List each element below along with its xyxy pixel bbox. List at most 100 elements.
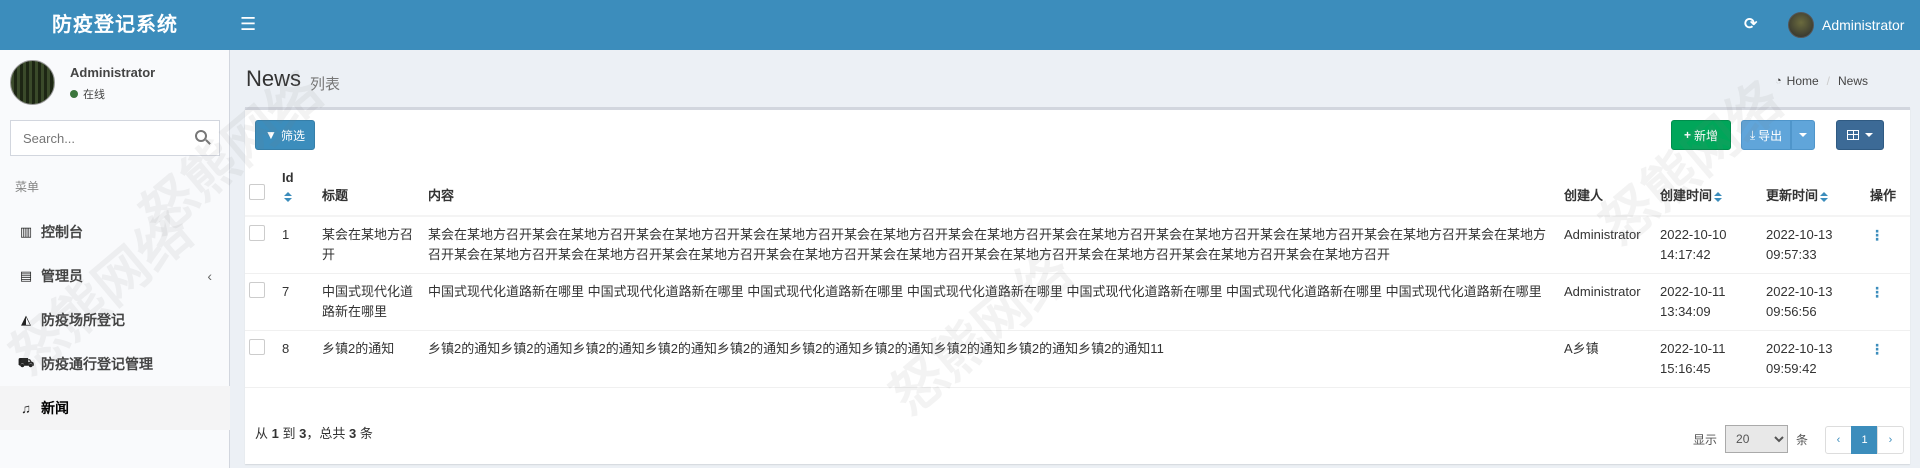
sidebar-item-label: 防疫场所登记 (41, 312, 125, 328)
cell-title: 乡镇2的通知 (318, 330, 424, 388)
export-dropdown-button[interactable] (1791, 120, 1815, 150)
filter-button[interactable]: ▼ 筛选 (255, 120, 315, 150)
sort-icon[interactable] (1714, 191, 1723, 202)
search-input[interactable] (11, 121, 181, 155)
info-text: 到 (282, 426, 296, 441)
cell-id: 8 (278, 330, 318, 388)
cell-id: 7 (278, 273, 318, 331)
export-button[interactable]: ⤓ 导出 (1741, 120, 1791, 150)
cell-content: 乡镇2的通知乡镇2的通知乡镇2的通知乡镇2的通知乡镇2的通知乡镇2的通知乡镇2的… (424, 330, 1560, 388)
table-icon (1847, 130, 1859, 140)
cell-title: 某会在某地方召开 (318, 216, 424, 274)
sidebar-user-name: Administrator (70, 65, 156, 80)
table-row: 1 某会在某地方召开 某会在某地方召开某会在某地方召开某会在某地方召开某会在某地… (245, 216, 1910, 274)
sidebar-search (10, 120, 220, 156)
table-row: 7 中国式现代化道路新在哪里 中国式现代化道路新在哪里 中国式现代化道路新在哪里… (245, 273, 1910, 331)
row-checkbox-cell (245, 273, 278, 331)
top-navbar: 防疫登记系统 ☰ ⟳ Administrator (0, 0, 1920, 50)
refresh-icon[interactable]: ⟳ (1744, 14, 1757, 34)
avatar (1788, 12, 1814, 38)
more-options-icon[interactable]: ⋮ (1870, 227, 1884, 243)
date: 2022-10-11 (1660, 341, 1726, 356)
sidebar-menu: ▥ 控制台 ▤ 管理员 ‹ ◭ 防疫场所登记 ⛟ 防疫通行登记管理 ♫ 新闻 (0, 210, 230, 430)
row-checkbox-cell (245, 330, 278, 388)
next-page-button[interactable]: › (1877, 426, 1904, 454)
col-label: 创建时间 (1660, 188, 1713, 203)
info-total: 3 (349, 426, 357, 441)
sort-icon[interactable] (1820, 191, 1829, 202)
cell-op: ⋮ (1866, 216, 1910, 274)
page-title: News (246, 66, 302, 91)
select-all-checkbox[interactable] (249, 184, 265, 200)
filter-label: 筛选 (280, 128, 305, 143)
row-checkbox[interactable] (249, 225, 265, 241)
sidebar-item-label: 控制台 (41, 224, 83, 240)
time: 14:17:42 (1660, 247, 1711, 262)
prev-page-button[interactable]: ‹ (1825, 426, 1852, 454)
cell-op: ⋮ (1866, 330, 1910, 388)
cell-created: 2022-10-11 13:34:09 (1656, 273, 1762, 331)
col-id[interactable]: Id (278, 163, 318, 217)
bars-icon[interactable]: ☰ (240, 14, 256, 35)
sidebar-item-label: 防疫通行登记管理 (41, 356, 153, 372)
time: 09:59:42 (1766, 361, 1817, 376)
app-logo[interactable]: 防疫登记系统 (0, 0, 230, 50)
export-label: 导出 (1758, 128, 1783, 143)
user-menu[interactable]: Administrator (1788, 12, 1904, 38)
car-icon: ⛟ (17, 355, 35, 370)
time: 13:34:09 (1660, 304, 1711, 319)
col-updated[interactable]: 更新时间 (1762, 163, 1866, 217)
cell-title: 中国式现代化道路新在哪里 (318, 273, 424, 331)
date: 2022-10-13 (1766, 284, 1833, 299)
sort-icon[interactable] (284, 191, 292, 202)
breadcrumb: ◔ Home / News (1775, 74, 1868, 88)
cell-creator: A乡镇 (1560, 330, 1656, 388)
col-op: 操作 (1866, 163, 1910, 217)
news-table: Id 标题 内容 创建人 创建时间 更新时间 操作 1 某会在某地方召开 某会在… (245, 163, 1910, 388)
area-chart-icon: ◭ (21, 312, 31, 327)
cell-id: 1 (278, 216, 318, 274)
table-header-row: Id 标题 内容 创建人 创建时间 更新时间 操作 (245, 163, 1910, 217)
page-size-select[interactable]: 20 (1725, 425, 1789, 453)
menu-header: 菜单 (15, 180, 40, 194)
chevron-down-icon (1865, 133, 1873, 137)
info-text: ，总共 (306, 426, 346, 441)
sidebar-item-admin[interactable]: ▤ 管理员 ‹ (0, 254, 230, 298)
pagination-info: 从 1 到 3，总共 3 条 (255, 423, 373, 442)
more-options-icon[interactable]: ⋮ (1870, 284, 1884, 300)
bell-icon: ♫ (21, 400, 31, 416)
col-label: 更新时间 (1766, 188, 1819, 203)
row-checkbox[interactable] (249, 282, 265, 298)
breadcrumb-current: News (1838, 74, 1869, 88)
sidebar-item-dashboard[interactable]: ▥ 控制台 (0, 210, 230, 254)
sidebar-item-news[interactable]: ♫ 新闻 (0, 386, 230, 430)
date: 2022-10-10 (1660, 227, 1727, 242)
cell-created: 2022-10-10 14:17:42 (1656, 216, 1762, 274)
news-panel: ▼ 筛选 + 新增 ⤓ 导出 Id 标题 内容 创建人 创建时间 更新时间 操作… (245, 107, 1910, 464)
cell-created: 2022-10-11 15:16:45 (1656, 330, 1762, 388)
row-checkbox[interactable] (249, 339, 265, 355)
columns-button[interactable] (1836, 120, 1884, 150)
more-options-icon[interactable]: ⋮ (1870, 341, 1884, 357)
user-name: Administrator (1822, 17, 1905, 33)
col-created[interactable]: 创建时间 (1656, 163, 1762, 217)
cell-updated: 2022-10-13 09:56:56 (1762, 273, 1866, 331)
chevron-down-icon (1799, 133, 1807, 137)
chevron-left-icon: ‹ (207, 268, 212, 284)
page-size-control: 显示 20 条 (1693, 425, 1808, 453)
cell-op: ⋮ (1866, 273, 1910, 331)
show-label: 显示 (1693, 432, 1718, 447)
date: 2022-10-11 (1660, 284, 1726, 299)
sidebar-item-venue-registration[interactable]: ◭ 防疫场所登记 (0, 298, 230, 342)
cell-content: 中国式现代化道路新在哪里 中国式现代化道路新在哪里 中国式现代化道路新在哪里 中… (424, 273, 1560, 331)
search-icon[interactable] (195, 130, 207, 142)
add-button[interactable]: + 新增 (1671, 120, 1731, 150)
plus-icon: + (1683, 128, 1691, 142)
col-label: Id (282, 170, 294, 185)
sidebar-item-pass-registration[interactable]: ⛟ 防疫通行登记管理 (0, 342, 230, 386)
online-status: 在线 (70, 86, 105, 102)
page-button-current[interactable]: 1 (1851, 426, 1878, 454)
cell-updated: 2022-10-13 09:59:42 (1762, 330, 1866, 388)
cell-creator: Administrator (1560, 216, 1656, 274)
breadcrumb-home[interactable]: Home (1787, 74, 1819, 88)
